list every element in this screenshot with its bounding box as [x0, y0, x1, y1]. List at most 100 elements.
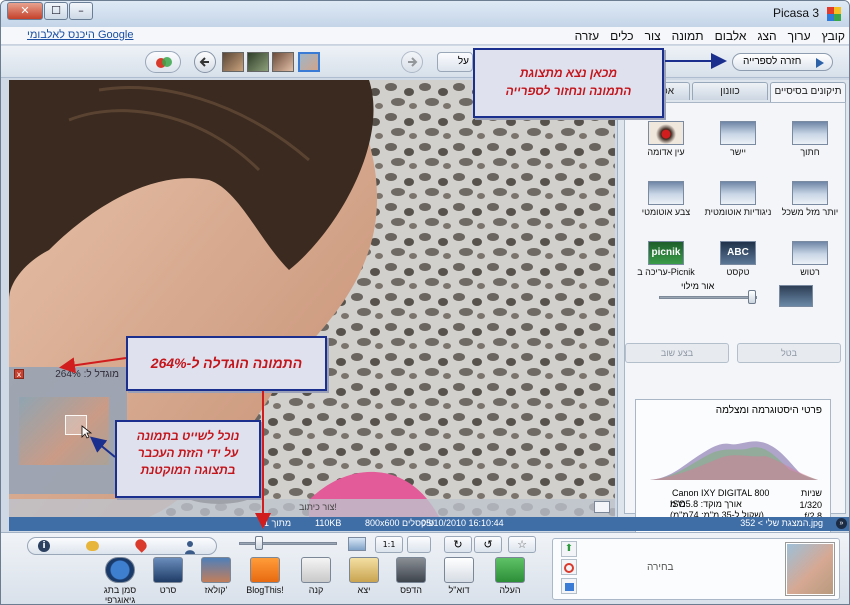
selection-tray: ⬆ בחירה — [552, 538, 840, 600]
navigator-thumbnail[interactable] — [19, 397, 109, 465]
movie-button[interactable]: סרט — [145, 557, 191, 595]
next-photo-button[interactable] — [401, 51, 423, 73]
geotag-button[interactable]: סמן בתג גיאוגרפי — [97, 557, 143, 604]
rotate-left-button[interactable]: ↺ — [474, 536, 502, 553]
people-icon[interactable] — [183, 539, 197, 554]
tool-straighten[interactable]: יישר — [703, 121, 773, 171]
shop-button[interactable]: קנה — [293, 557, 339, 595]
add-to-album-icon[interactable] — [561, 578, 577, 594]
upload-icon — [495, 557, 525, 583]
print-icon — [396, 557, 426, 583]
menu-bar: קובץ ערוך הצג אלבום תמונה צור כלים עזרה היכנס ל… — [1, 27, 849, 45]
shutter-label: שניות — [801, 488, 822, 498]
camera-model: Canon IXY DIGITAL 800 — [672, 488, 770, 498]
minimize-window-button[interactable]: – — [69, 2, 93, 20]
status-expand-icon[interactable]: » — [836, 518, 847, 529]
filmstrip-thumb-1[interactable] — [222, 52, 244, 72]
tool-auto-color[interactable]: צבע אוטומטי — [631, 181, 701, 231]
tab-tuning[interactable]: כוונון — [692, 82, 768, 100]
action-label: סרט — [159, 585, 177, 595]
print-button[interactable]: הדפס — [388, 557, 434, 595]
caption-bar[interactable]: צור כיתוב! — [9, 499, 615, 517]
action-label: העלה — [499, 585, 521, 595]
tool-feeling-lucky[interactable]: יותר מזל משכל — [775, 181, 845, 231]
menu-item[interactable]: תמונה — [672, 29, 704, 43]
histogram-panel: פרטי היסטוגרמה ומצלמה שניות 1/320 f/2.8 … — [635, 399, 831, 534]
tool-label: יישר — [729, 147, 747, 157]
window-title: Picasa 3 — [772, 6, 819, 20]
collage-button[interactable]: קולאז' — [193, 557, 239, 595]
google-albums-link[interactable]: היכנס לאלבומי Google — [27, 29, 133, 41]
fill-light-thumb[interactable] — [748, 290, 757, 304]
rotate-right-button[interactable]: ↻ — [444, 536, 472, 553]
actual-size-button[interactable]: 1:1 — [375, 536, 403, 553]
action-label: הדפס — [400, 585, 422, 595]
menu-item[interactable]: קובץ — [822, 29, 845, 43]
status-size: 110KB — [315, 518, 342, 528]
hold-icon[interactable]: ⬆ — [561, 541, 577, 557]
shop-icon — [301, 557, 331, 583]
location-pin-icon[interactable] — [133, 537, 149, 553]
filmstrip-thumb-3[interactable] — [272, 52, 294, 72]
status-count: (1 מתוך — [261, 518, 292, 528]
filmstrip-thumb-2[interactable] — [247, 52, 269, 72]
text-icon: ABC — [720, 241, 756, 265]
tool-badge: ABC — [727, 247, 749, 258]
histogram-title: פרטי היסטוגרמה ומצלמה — [715, 405, 822, 416]
annotation-zoom: התמונה הוגדלה ל-264% — [126, 336, 327, 391]
zoom-fit-icon[interactable] — [348, 537, 366, 551]
info-icon[interactable]: i — [38, 540, 50, 552]
tool-crop[interactable]: חתוך — [775, 121, 845, 171]
movie-icon — [153, 557, 183, 583]
export-folder-button[interactable]: יצא — [341, 557, 387, 595]
menu-item[interactable]: הצג — [757, 29, 776, 43]
redo-button[interactable]: בצע שוב — [625, 343, 729, 363]
export-folder-icon — [349, 557, 379, 583]
star-button[interactable]: ☆ — [508, 536, 536, 553]
menu-item[interactable]: עזרה — [575, 29, 600, 43]
action-label: קנה — [308, 585, 324, 595]
annotation-navigator: נוכל לשייט בתמונה על ידי הזזת העכבר בתצו… — [115, 420, 261, 498]
email-icon — [444, 557, 474, 583]
blogger-button[interactable]: BlogThis! — [242, 557, 288, 595]
retouch-icon — [792, 241, 828, 265]
tool-red-eye[interactable]: עין אדומה — [631, 121, 701, 171]
photo-viewer[interactable]: x מוגדל ל: 264% צור כיתוב! — [9, 80, 615, 517]
caption-keyboard-icon[interactable] — [594, 501, 610, 513]
menu-item[interactable]: ערוך — [788, 29, 811, 43]
cursor-icon — [81, 425, 93, 439]
close-navigator-button[interactable]: x — [14, 369, 24, 379]
upload-button[interactable]: העלה — [487, 557, 533, 595]
menu-items: קובץ ערוך הצג אלבום תמונה צור כלים עזרה — [575, 29, 845, 43]
people-tool-button[interactable] — [145, 51, 181, 73]
filmstrip-thumb-current[interactable] — [298, 52, 320, 72]
previous-photo-button[interactable] — [194, 51, 216, 73]
tool-label: יותר מזל משכל — [781, 207, 839, 217]
maximize-window-button[interactable]: ☐ — [44, 2, 68, 20]
selection-label: בחירה — [647, 562, 674, 573]
tool-auto-contrast[interactable]: ניגודיות אוטומטית — [703, 181, 773, 231]
fill-light-track[interactable] — [659, 296, 757, 299]
zoom-slider-thumb[interactable] — [254, 536, 263, 550]
menu-item[interactable]: צור — [645, 29, 661, 43]
selected-photo-thumbnail[interactable] — [786, 543, 834, 595]
fit-to-screen-button[interactable] — [407, 536, 431, 553]
zoom-slider-track[interactable] — [239, 542, 337, 545]
auto-contrast-icon — [720, 181, 756, 205]
tool-retouch[interactable]: רטוש — [775, 241, 845, 291]
back-to-library-button[interactable]: חזרה לספרייה — [732, 53, 833, 71]
email-button[interactable]: דוא"ל — [436, 557, 482, 595]
red-eye-icon — [648, 121, 684, 145]
zoom-level-label: מוגדל ל: 264% — [55, 369, 119, 380]
menu-item[interactable]: אלבום — [715, 29, 747, 43]
close-window-button[interactable]: ✕ — [7, 2, 43, 20]
tool-label: צבע אוטומטי — [641, 207, 691, 217]
menu-item[interactable]: כלים — [610, 29, 633, 43]
clear-selection-icon[interactable] — [561, 559, 577, 575]
tool-label: חתוך — [800, 147, 820, 157]
toolbar-text-box[interactable]: על — [437, 52, 473, 72]
tab-basic-fixes[interactable]: תיקונים בסיסיים — [770, 82, 846, 102]
tool-badge: picnik — [651, 247, 681, 258]
cancel-button[interactable]: בטל — [737, 343, 841, 363]
tag-icon[interactable] — [86, 541, 99, 551]
